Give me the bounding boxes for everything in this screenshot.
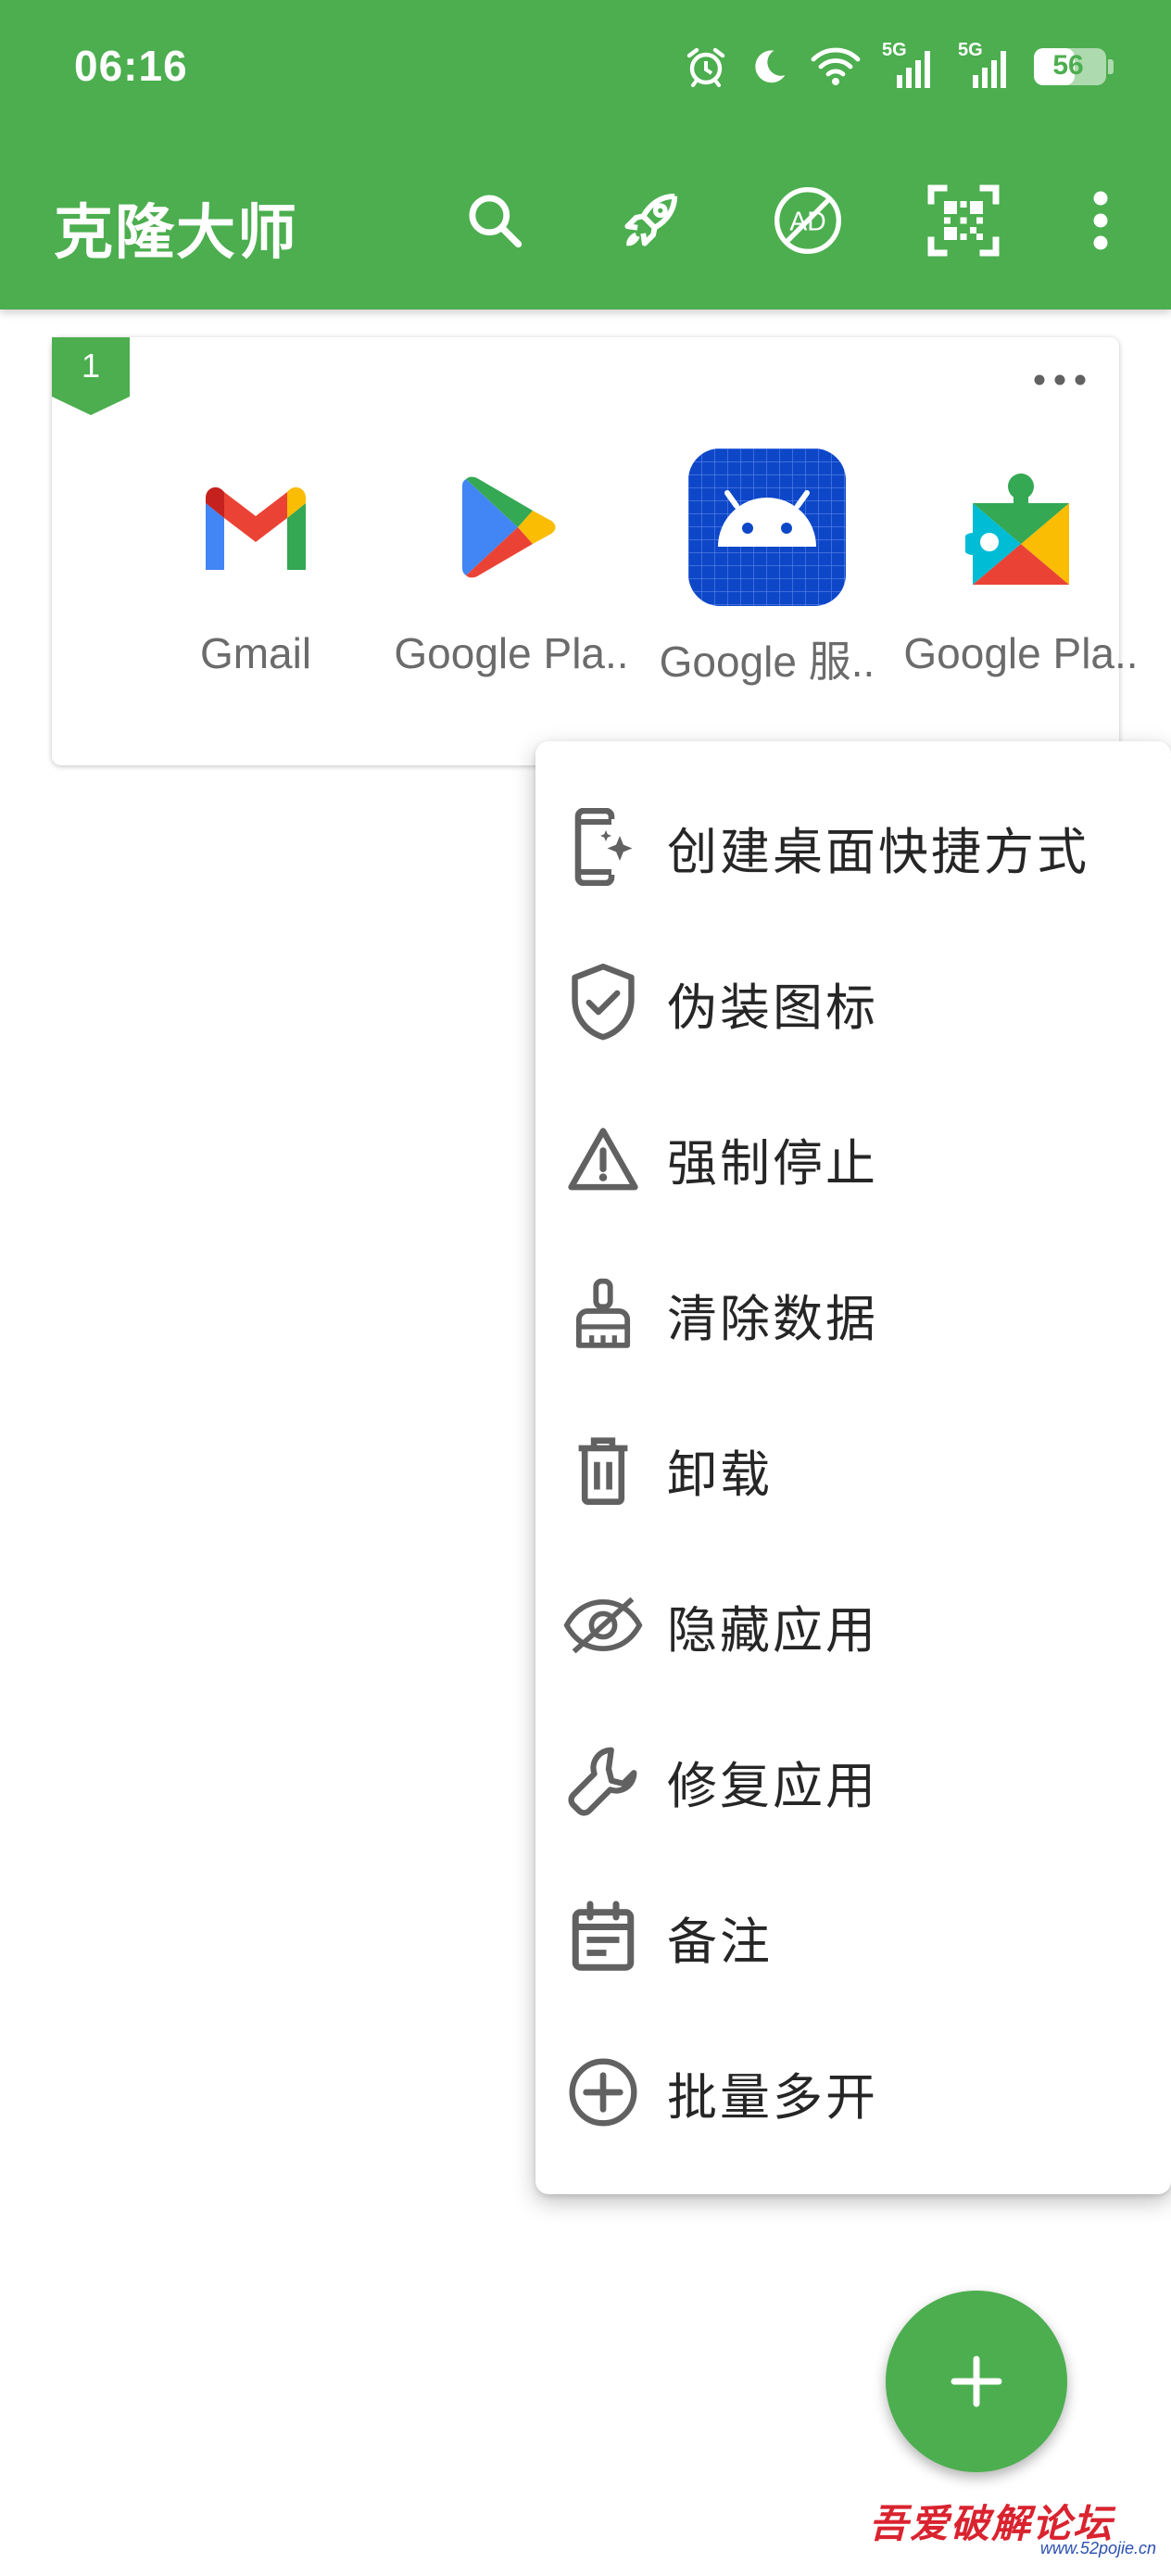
- menu-item-force-stop[interactable]: 强制停止: [535, 1080, 1171, 1236]
- plus-icon: [951, 2355, 1002, 2407]
- app-label: Gmail: [199, 629, 312, 677]
- alarm-icon: [684, 44, 728, 89]
- scan-button[interactable]: [919, 176, 1008, 265]
- wifi-icon: [810, 44, 862, 89]
- qr-scan-icon: [927, 184, 1000, 257]
- menu-item-label: 创建桌面快捷方式: [667, 822, 1089, 881]
- status-time: 06:16: [74, 42, 188, 90]
- shortcut-icon: [561, 805, 645, 889]
- menu-item-label: 伪装图标: [667, 978, 878, 1037]
- menu-item-repair-app[interactable]: 修复应用: [535, 1703, 1171, 1859]
- menu-item-label: 清除数据: [667, 1289, 878, 1348]
- group-number: 1: [81, 347, 101, 385]
- menu-item-clear-data[interactable]: 清除数据: [535, 1236, 1171, 1392]
- menu-item-batch-clone[interactable]: 批量多开: [535, 2014, 1171, 2170]
- menu-item-note[interactable]: 备注: [535, 1859, 1171, 2014]
- rocket-icon: [624, 193, 678, 246]
- menu-item-hide-app[interactable]: 隐藏应用: [535, 1547, 1171, 1703]
- app-item[interactable]: Google Pla..: [893, 448, 1149, 678]
- google-play-store-icon: [433, 448, 590, 606]
- calendar-note-icon: [561, 1895, 645, 1978]
- battery-tip: [1108, 59, 1114, 74]
- more-vert-icon: [1093, 191, 1108, 250]
- menu-item-label: 卸载: [667, 1445, 773, 1504]
- shield-check-icon: [561, 961, 645, 1044]
- broom-icon: [561, 1272, 645, 1356]
- menu-item-disguise-icon[interactable]: 伪装图标: [535, 925, 1171, 1080]
- search-icon: [469, 195, 523, 248]
- menu-item-create-shortcut[interactable]: 创建桌面快捷方式: [535, 769, 1171, 925]
- signal-icon: 5G: [958, 40, 1014, 90]
- context-menu: 创建桌面快捷方式 伪装图标 强制停止 清除数据 卸载 隐藏应用 修复应用 备注 …: [535, 741, 1171, 2194]
- menu-item-label: 备注: [667, 1912, 773, 1971]
- no-ad-icon: AD: [774, 187, 841, 254]
- status-icons: 5G 5G 56: [684, 40, 1114, 93]
- search-button[interactable]: [450, 176, 539, 265]
- app-title: 克隆大师: [54, 199, 298, 268]
- warning-icon: [561, 1117, 645, 1200]
- app-label: Google Pla..: [903, 629, 1139, 677]
- app-label: Google 服..: [659, 638, 875, 686]
- ad-block-button[interactable]: AD: [763, 176, 852, 265]
- plus-circle-icon: [561, 2051, 645, 2134]
- boost-button[interactable]: [606, 176, 695, 265]
- watermark-url: www.52pojie.cn: [1039, 2539, 1156, 2557]
- app-item[interactable]: Gmail: [128, 448, 384, 678]
- trash-icon: [561, 1428, 645, 1511]
- menu-item-label: 修复应用: [667, 1756, 878, 1815]
- app-label: Google Pla..: [394, 629, 629, 677]
- eye-off-icon: [561, 1584, 645, 1667]
- menu-item-uninstall[interactable]: 卸载: [535, 1392, 1171, 1547]
- more-horiz-icon: [1034, 374, 1086, 385]
- battery-icon: 56: [1034, 48, 1114, 85]
- android-icon: [688, 448, 846, 606]
- group-badge: 1: [52, 337, 130, 415]
- menu-item-label: 强制停止: [667, 1133, 878, 1193]
- menu-item-label: 隐藏应用: [667, 1600, 878, 1660]
- app-item[interactable]: Google Pla..: [384, 448, 639, 678]
- top-bar: 06:16 5G 5G 56 克隆大师: [0, 0, 1171, 309]
- menu-item-label: 批量多开: [667, 2067, 878, 2127]
- moon-icon: [749, 46, 789, 87]
- google-play-services-icon: [942, 448, 1100, 606]
- card-more-button[interactable]: [1025, 361, 1095, 398]
- status-bar: 06:16 5G 5G 56: [0, 0, 1171, 139]
- battery-level: 56: [1052, 50, 1084, 81]
- wrench-icon: [561, 1739, 645, 1823]
- watermark: 吾爱破解论坛 www.52pojie.cn: [865, 2493, 1162, 2567]
- add-clone-button[interactable]: [886, 2291, 1067, 2472]
- screen: 06:16 5G 5G 56 克隆大师 1 Gmail Google Pla..…: [0, 0, 1171, 2576]
- more-options-button[interactable]: [1056, 176, 1145, 265]
- app-item[interactable]: Google 服..: [639, 448, 895, 689]
- app-group-card[interactable]: 1 Gmail Google Pla.. Google 服.. Google P…: [52, 337, 1139, 765]
- gmail-icon: [177, 448, 334, 606]
- signal-icon: 5G: [882, 40, 938, 90]
